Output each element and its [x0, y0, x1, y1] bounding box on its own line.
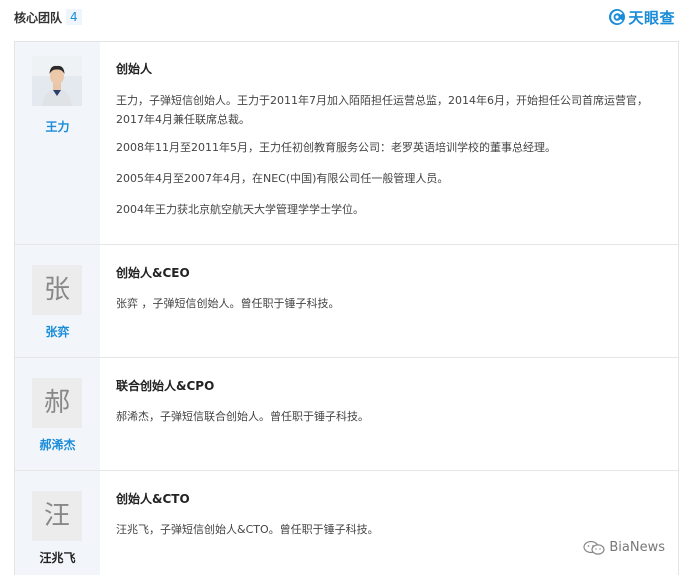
member-name[interactable]: 王力: [15, 118, 100, 135]
team-list: 王力 创始人 王力，子弹短信创始人。王力于2011年7月加入陌陌担任运营总监，2…: [14, 41, 679, 575]
avatar-initial[interactable]: 张: [32, 265, 82, 315]
avatar-photo[interactable]: [32, 56, 82, 106]
member-profile-column: 汪 汪兆飞: [15, 471, 100, 575]
member-name[interactable]: 郝浠杰: [15, 436, 100, 453]
avatar-initial[interactable]: 郝: [32, 378, 82, 428]
member-profile-column: 郝 郝浠杰: [15, 358, 100, 470]
member-count-badge: 4: [66, 9, 82, 25]
member-profile-column: 王力: [15, 42, 100, 244]
watermark: BiaNews: [583, 540, 665, 555]
member-bio-paragraph: 郝浠杰，子弹短信联合创始人。曾任职于锤子科技。: [116, 410, 369, 423]
brand-logo[interactable]: 天眼查: [608, 6, 675, 28]
member-card: 郝 郝浠杰 联合创始人&CPO 郝浠杰，子弹短信联合创始人。曾任职于锤子科技。: [15, 358, 678, 471]
watermark-text: BiaNews: [609, 540, 665, 555]
member-card: 汪 汪兆飞 创始人&CTO 汪兆飞，子弹短信创始人&CTO。曾任职于锤子科技。: [15, 471, 678, 575]
member-bio-paragraph: 2004年王力获北京航空航天大学管理学学士学位。: [116, 203, 364, 216]
section-title: 核心团队: [14, 11, 63, 25]
member-bio-paragraph: 2008年11月至2011年5月，王力任初创教育服务公司：老罗英语培训学校的董事…: [116, 141, 556, 154]
member-card: 张 张弈 创始人&CEO 张弈 ，子弹短信创始人。曾任职于锤子科技。: [15, 245, 678, 358]
member-name[interactable]: 张弈: [15, 323, 100, 340]
member-role: 创始人&CTO: [116, 492, 190, 506]
member-bio-paragraph: 汪兆飞，子弹短信创始人&CTO。曾任职于锤子科技。: [116, 523, 379, 536]
wechat-icon: [583, 540, 605, 555]
member-card: 王力 创始人 王力，子弹短信创始人。王力于2011年7月加入陌陌担任运营总监，2…: [15, 42, 678, 245]
member-role: 联合创始人&CPO: [116, 379, 215, 393]
avatar-initial[interactable]: 汪: [32, 491, 82, 541]
tianyancha-logo-icon: [609, 9, 626, 25]
brand-name: 天眼查: [628, 8, 675, 27]
member-bio-paragraph: 王力，子弹短信创始人。王力于2011年7月加入陌陌担任运营总监，2014年6月，…: [116, 94, 648, 126]
member-name[interactable]: 汪兆飞: [15, 549, 100, 566]
section-header: 核心团队 4 天眼查: [0, 0, 683, 36]
member-bio-paragraph: 张弈 ，子弹短信创始人。曾任职于锤子科技。: [116, 297, 340, 310]
member-role: 创始人&CEO: [116, 266, 190, 280]
member-bio-paragraph: 2005年4月至2007年4月，在NEC(中国)有限公司任一般管理人员。: [116, 172, 449, 185]
member-role: 创始人: [116, 62, 153, 76]
person-photo-icon: [32, 56, 82, 106]
member-profile-column: 张 张弈: [15, 245, 100, 357]
